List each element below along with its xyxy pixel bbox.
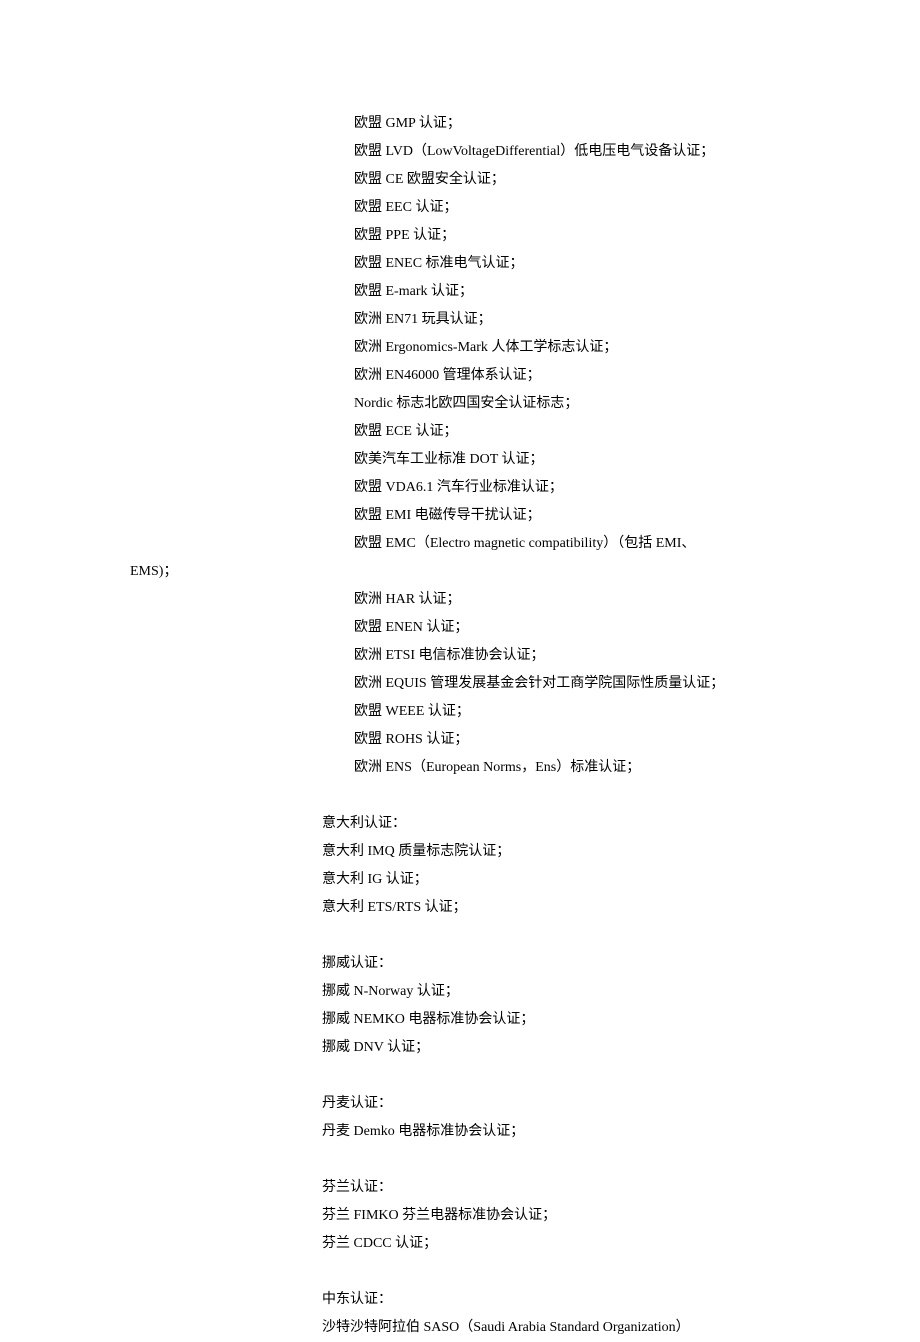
blank-line	[130, 1258, 790, 1286]
text-line: 欧洲 ETSI 电信标准协会认证；	[130, 642, 790, 670]
blank-line	[130, 1146, 790, 1174]
text-line: 沙特沙特阿拉伯 SASO（Saudi Arabia Standard Organ…	[130, 1314, 790, 1342]
text-line: 欧盟 CE 欧盟安全认证；	[130, 166, 790, 194]
text-line: 欧盟 ENEC 标准电气认证；	[130, 250, 790, 278]
text-line: 挪威认证：	[130, 950, 790, 978]
text-line: 欧洲 HAR 认证；	[130, 586, 790, 614]
text-line: 欧盟 ENEN 认证；	[130, 614, 790, 642]
text-line: 欧盟 ECE 认证；	[130, 418, 790, 446]
text-line: 欧盟 ROHS 认证；	[130, 726, 790, 754]
text-line: 丹麦 Demko 电器标准协会认证；	[130, 1118, 790, 1146]
text-line: 意大利 IMQ 质量标志院认证；	[130, 838, 790, 866]
document-page: 欧盟 GMP 认证；欧盟 LVD（LowVoltageDifferential）…	[0, 0, 920, 1342]
text-line: 欧洲 EQUIS 管理发展基金会针对工商学院国际性质量认证；	[130, 670, 790, 698]
text-line: 欧洲 EN71 玩具认证；	[130, 306, 790, 334]
text-line: 欧盟 EEC 认证；	[130, 194, 790, 222]
text-line: 挪威 N-Norway 认证；	[130, 978, 790, 1006]
text-line: Nordic 标志北欧四国安全认证标志；	[130, 390, 790, 418]
text-line: 意大利认证：	[130, 810, 790, 838]
text-line: 欧盟 LVD（LowVoltageDifferential）低电压电气设备认证；	[130, 138, 790, 166]
text-line: 欧洲 ENS（European Norms，Ens）标准认证；	[130, 754, 790, 782]
text-line: 欧盟 EMC（Electro magnetic compatibility）（包…	[130, 530, 790, 558]
text-line: 欧洲 EN46000 管理体系认证；	[130, 362, 790, 390]
blank-line	[130, 922, 790, 950]
blank-line	[130, 782, 790, 810]
text-line: 欧美汽车工业标准 DOT 认证；	[130, 446, 790, 474]
text-line: 丹麦认证：	[130, 1090, 790, 1118]
text-line: 欧盟 VDA6.1 汽车行业标准认证；	[130, 474, 790, 502]
text-line: 欧盟 GMP 认证；	[130, 110, 790, 138]
text-line: 芬兰 FIMKO 芬兰电器标准协会认证；	[130, 1202, 790, 1230]
text-line: 欧盟 WEEE 认证；	[130, 698, 790, 726]
text-line: 芬兰 CDCC 认证；	[130, 1230, 790, 1258]
text-line: 挪威 NEMKO 电器标准协会认证；	[130, 1006, 790, 1034]
blank-line	[130, 1062, 790, 1090]
text-line: 中东认证：	[130, 1286, 790, 1314]
text-line: 欧盟 E-mark 认证；	[130, 278, 790, 306]
text-line: 欧盟 EMI 电磁传导干扰认证；	[130, 502, 790, 530]
text-line: 芬兰认证：	[130, 1174, 790, 1202]
text-line: EMS)；	[130, 558, 790, 586]
text-line: 意大利 ETS/RTS 认证；	[130, 894, 790, 922]
text-line: 挪威 DNV 认证；	[130, 1034, 790, 1062]
text-line: 意大利 IG 认证；	[130, 866, 790, 894]
text-line: 欧洲 Ergonomics-Mark 人体工学标志认证；	[130, 334, 790, 362]
text-line: 欧盟 PPE 认证；	[130, 222, 790, 250]
